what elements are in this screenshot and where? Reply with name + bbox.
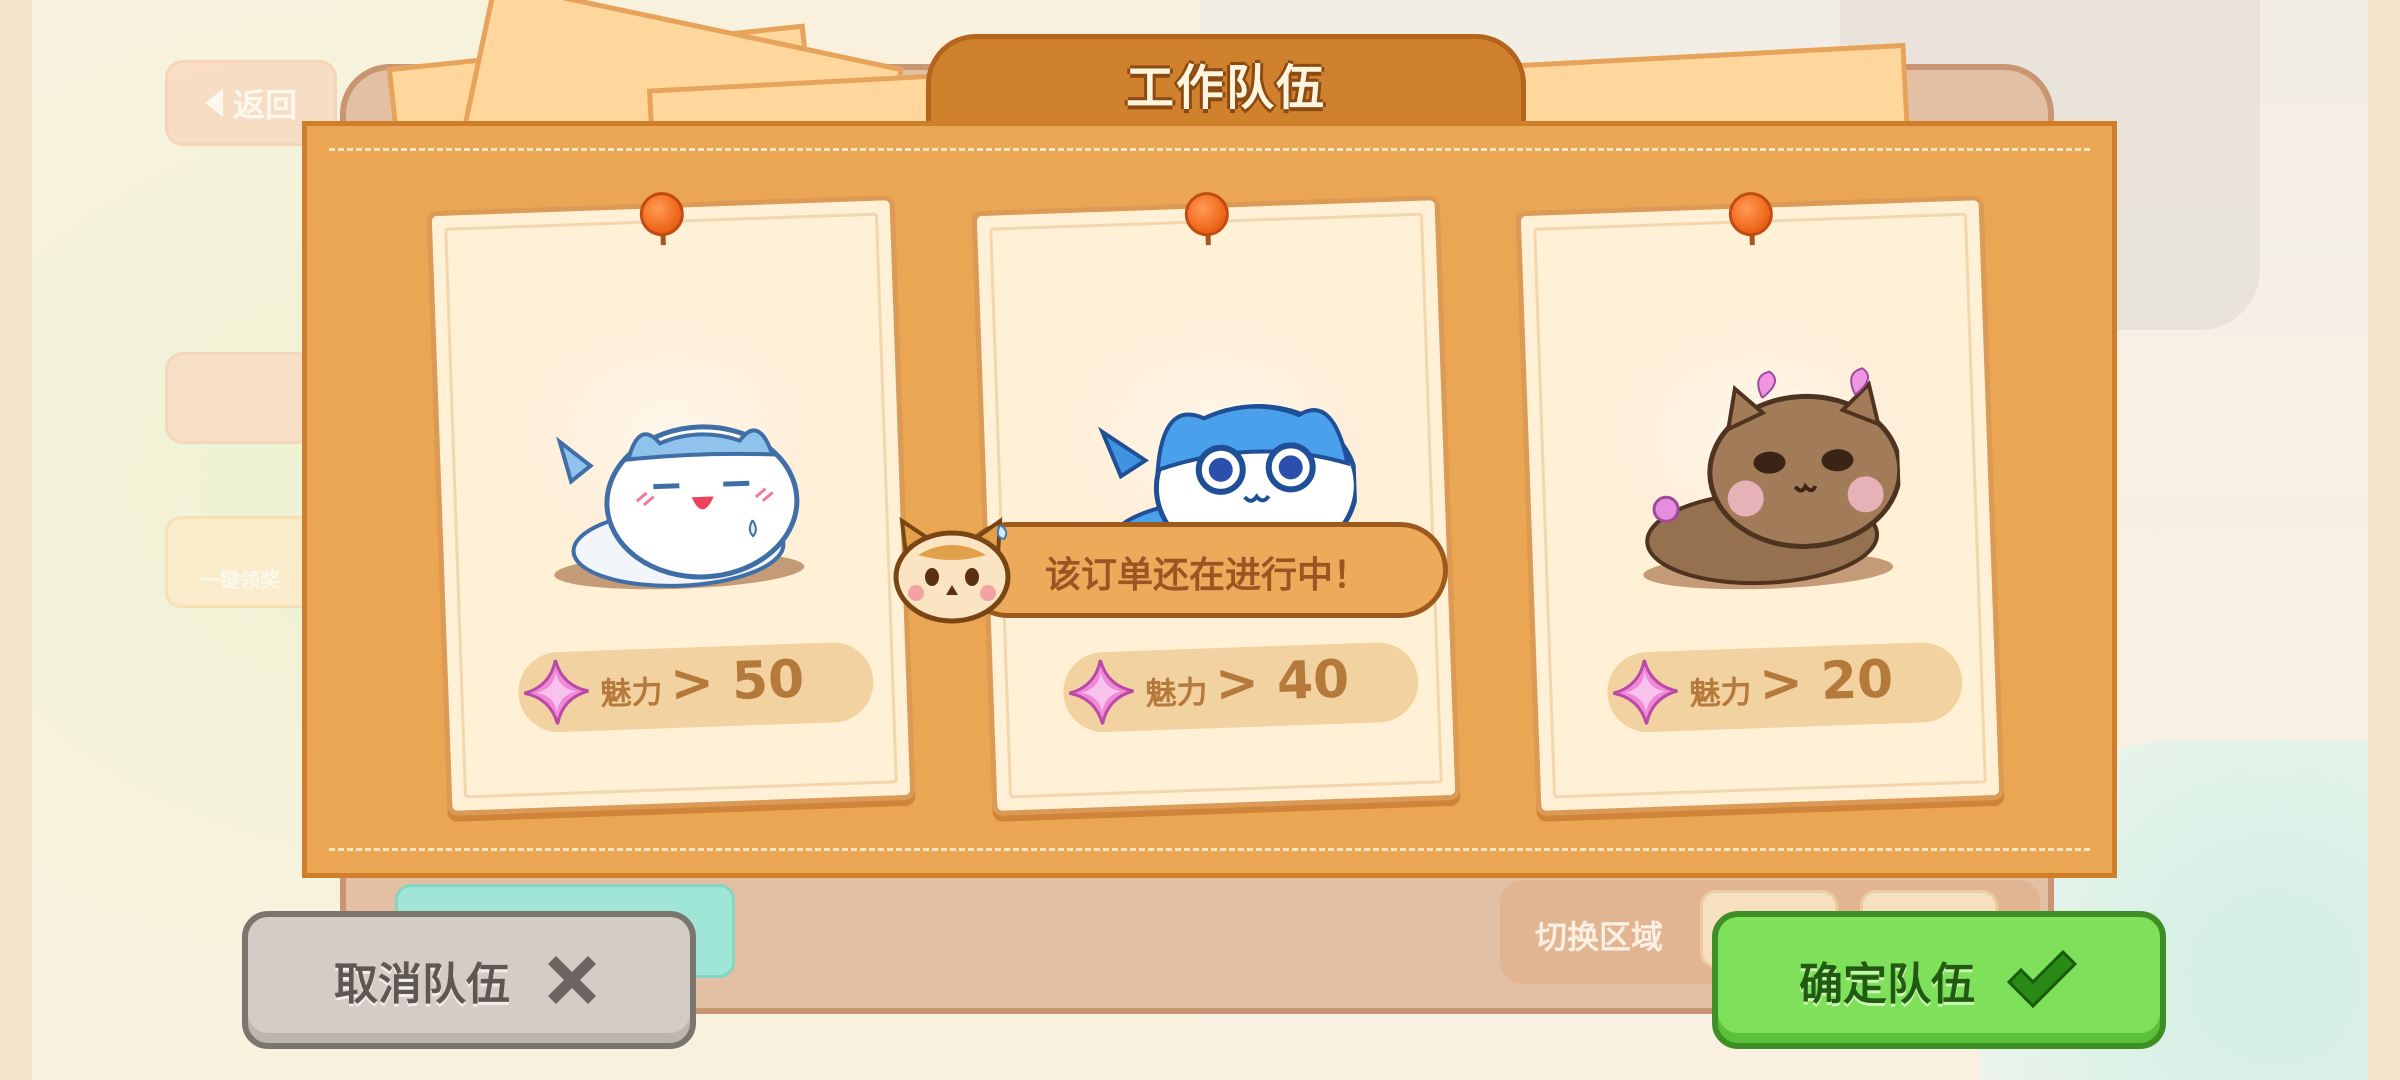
cancel-team-label: 取消队伍 — [334, 959, 510, 1010]
charm-label: 魅力 — [599, 674, 664, 713]
confirm-team-label: 确定队伍 — [1799, 959, 1975, 1010]
charm-requirement: 魅力 > 20 — [1606, 641, 1964, 734]
stitch-line — [329, 848, 2090, 851]
pink-gem-icon — [524, 659, 589, 725]
charm-value: > 50 — [669, 649, 806, 715]
charm-value: > 40 — [1214, 649, 1351, 715]
charm-value: > 20 — [1758, 649, 1895, 715]
pink-gem-icon — [1069, 659, 1134, 725]
dialog-title: 工作队伍 — [1125, 60, 1326, 116]
charm-requirement: 魅力 > 40 — [1062, 641, 1420, 734]
switch-zone-label: 切换区域 — [1535, 918, 1664, 956]
charm-requirement: 魅力 > 50 — [517, 641, 875, 734]
checkmark-icon — [2006, 949, 2078, 1009]
close-icon — [548, 956, 596, 1004]
cat-card-3[interactable]: 魅力 > 20 — [1515, 191, 2005, 816]
cat-card-1[interactable]: 魅力 > 50 — [426, 191, 916, 816]
white-cat-icon — [556, 424, 800, 588]
worried-cat-icon — [893, 516, 1011, 624]
stitch-line — [329, 148, 2090, 151]
charm-label: 魅力 — [1688, 674, 1753, 713]
cancel-team-button[interactable]: 取消队伍 — [242, 911, 696, 1049]
pink-gem-icon — [1613, 659, 1678, 725]
confirm-team-button[interactable]: 确定队伍 — [1712, 911, 2166, 1049]
charm-label: 魅力 — [1144, 674, 1209, 713]
toast-message: 该订单还在进行中！ — [1045, 555, 1370, 596]
brown-cat-icon — [1645, 367, 1903, 586]
cat-card-2[interactable]: 魅力 > 40 — [971, 191, 1461, 816]
